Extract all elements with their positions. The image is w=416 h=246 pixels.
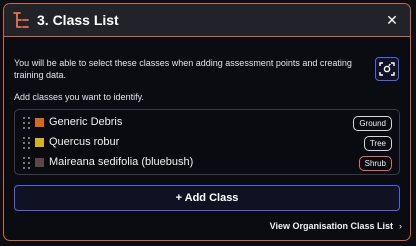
drag-handle-icon[interactable] [23,117,31,129]
panel-body: You will be able to select these classes… [4,38,410,240]
panel-title: 3. Class List [37,12,119,28]
drag-handle-icon[interactable] [23,157,31,169]
class-list: Generic Debris Ground Quercus robur Tree [14,109,400,175]
class-row-quercus-robur[interactable]: Quercus robur Tree [15,134,399,152]
class-color-swatch [35,138,44,147]
chevron-right-icon: › [399,221,402,231]
intro-text: You will be able to select these classes… [14,58,352,80]
view-organisation-class-list-link[interactable]: View Organisation Class List › [270,221,402,231]
class-list-icon [12,11,30,29]
add-class-button[interactable]: + Add Class [14,185,400,211]
class-category-badge: Shrub [358,156,392,171]
class-list-panel: 3. Class List ✕ You will be able to sele… [3,3,411,241]
class-name: Maireana sedifolia (bluebush) [49,156,194,168]
camera-capture-button[interactable] [375,57,399,81]
class-category-badge: Ground [353,116,392,131]
class-category-badge: Tree [363,136,392,151]
close-icon[interactable]: ✕ [384,11,400,29]
class-row-maireana-sedifolia[interactable]: Maireana sedifolia (bluebush) Shrub [15,154,399,172]
class-name: Quercus robur [49,136,120,148]
class-row-generic-debris[interactable]: Generic Debris Ground [15,114,399,132]
org-link-label: View Organisation Class List [269,221,393,231]
class-color-swatch [35,118,44,127]
class-name: Generic Debris [49,116,123,128]
class-color-swatch [35,158,44,167]
drag-handle-icon[interactable] [23,137,31,149]
add-classes-prompt: Add classes you want to identify. [14,92,144,102]
camera-capture-icon [379,62,395,76]
panel-header: 3. Class List ✕ [4,4,410,37]
